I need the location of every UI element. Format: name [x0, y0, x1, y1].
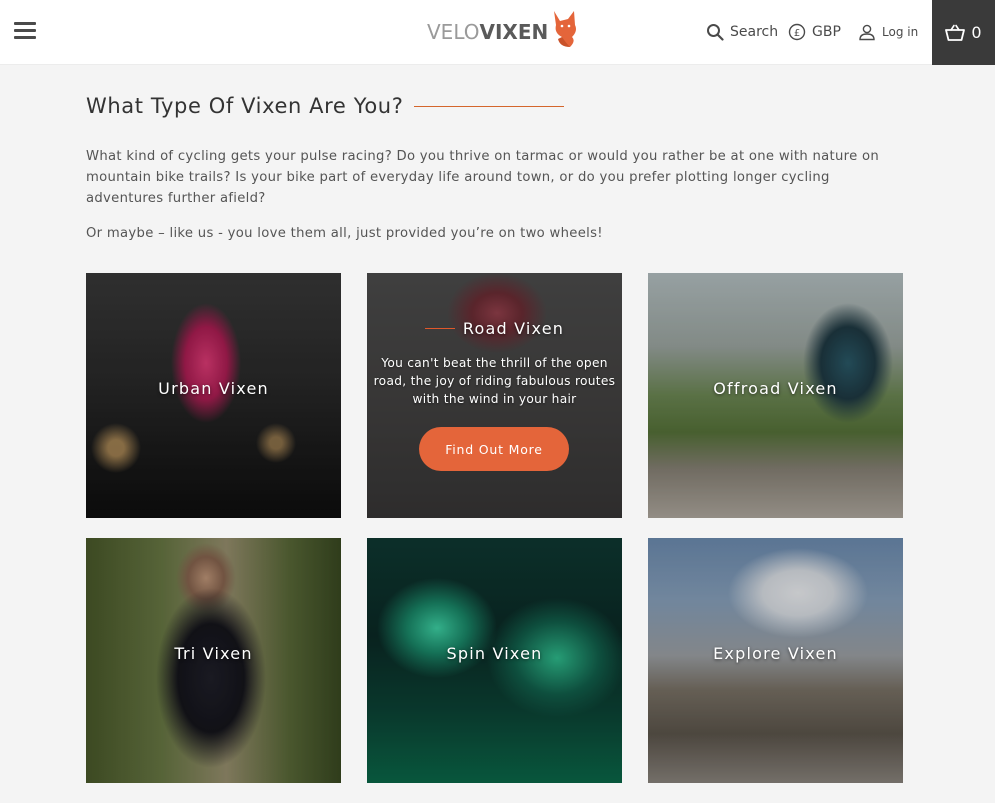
- currency-selector[interactable]: £ GBP: [788, 20, 841, 44]
- svg-text:£: £: [794, 28, 800, 39]
- title-divider: [414, 105, 565, 107]
- login-link[interactable]: Log in: [858, 20, 918, 44]
- basket-icon: [945, 24, 966, 41]
- section-title-row: What Type Of Vixen Are You?: [86, 94, 565, 118]
- tile-description: You can't beat the thrill of the open ro…: [373, 356, 616, 406]
- basket-button[interactable]: 0: [932, 0, 995, 65]
- user-icon: [859, 24, 875, 41]
- tile-label: Explore Vixen: [713, 644, 838, 663]
- tile-label-row: Road Vixen: [367, 319, 622, 338]
- tile-urban-vixen[interactable]: Urban Vixen: [86, 273, 341, 518]
- page-title: What Type Of Vixen Are You?: [86, 94, 404, 118]
- tile-spin-vixen[interactable]: Spin Vixen: [367, 538, 622, 783]
- currency-label: GBP: [812, 24, 841, 40]
- search-button[interactable]: Search: [706, 20, 778, 44]
- search-label: Search: [730, 24, 779, 40]
- tile-label: Road Vixen: [462, 319, 565, 338]
- tile-label: Tri Vixen: [174, 644, 253, 663]
- pound-coin-icon: £: [788, 23, 806, 41]
- site-logo[interactable]: VELO VIXEN: [427, 10, 580, 54]
- tile-tri-vixen[interactable]: Tri Vixen: [86, 538, 341, 783]
- logo-vixen-text: VIXEN: [479, 20, 549, 44]
- menu-icon[interactable]: [14, 22, 36, 42]
- tile-label: Offroad Vixen: [713, 379, 838, 398]
- tile-explore-vixen[interactable]: Explore Vixen: [648, 538, 903, 783]
- tile-offroad-vixen[interactable]: Offroad Vixen: [648, 273, 903, 518]
- site-header: VELO VIXEN Search £ GBP Log in 0: [0, 0, 995, 65]
- fox-icon: [554, 11, 577, 47]
- tile-road-vixen[interactable]: Road Vixen You can't beat the thrill of …: [367, 273, 622, 518]
- logo-velo-text: VELO: [427, 20, 480, 44]
- basket-count: 0: [971, 23, 982, 42]
- search-icon: [707, 24, 724, 41]
- tile-label: Spin Vixen: [446, 644, 543, 663]
- intro-paragraph-secondary: Or maybe – like us - you love them all, …: [86, 226, 603, 241]
- tile-label: Urban Vixen: [158, 379, 269, 398]
- label-dash: [424, 328, 455, 329]
- find-out-more-button[interactable]: Find Out More: [419, 427, 569, 471]
- login-label: Log in: [882, 25, 919, 39]
- intro-paragraph: What kind of cycling gets your pulse rac…: [86, 149, 880, 206]
